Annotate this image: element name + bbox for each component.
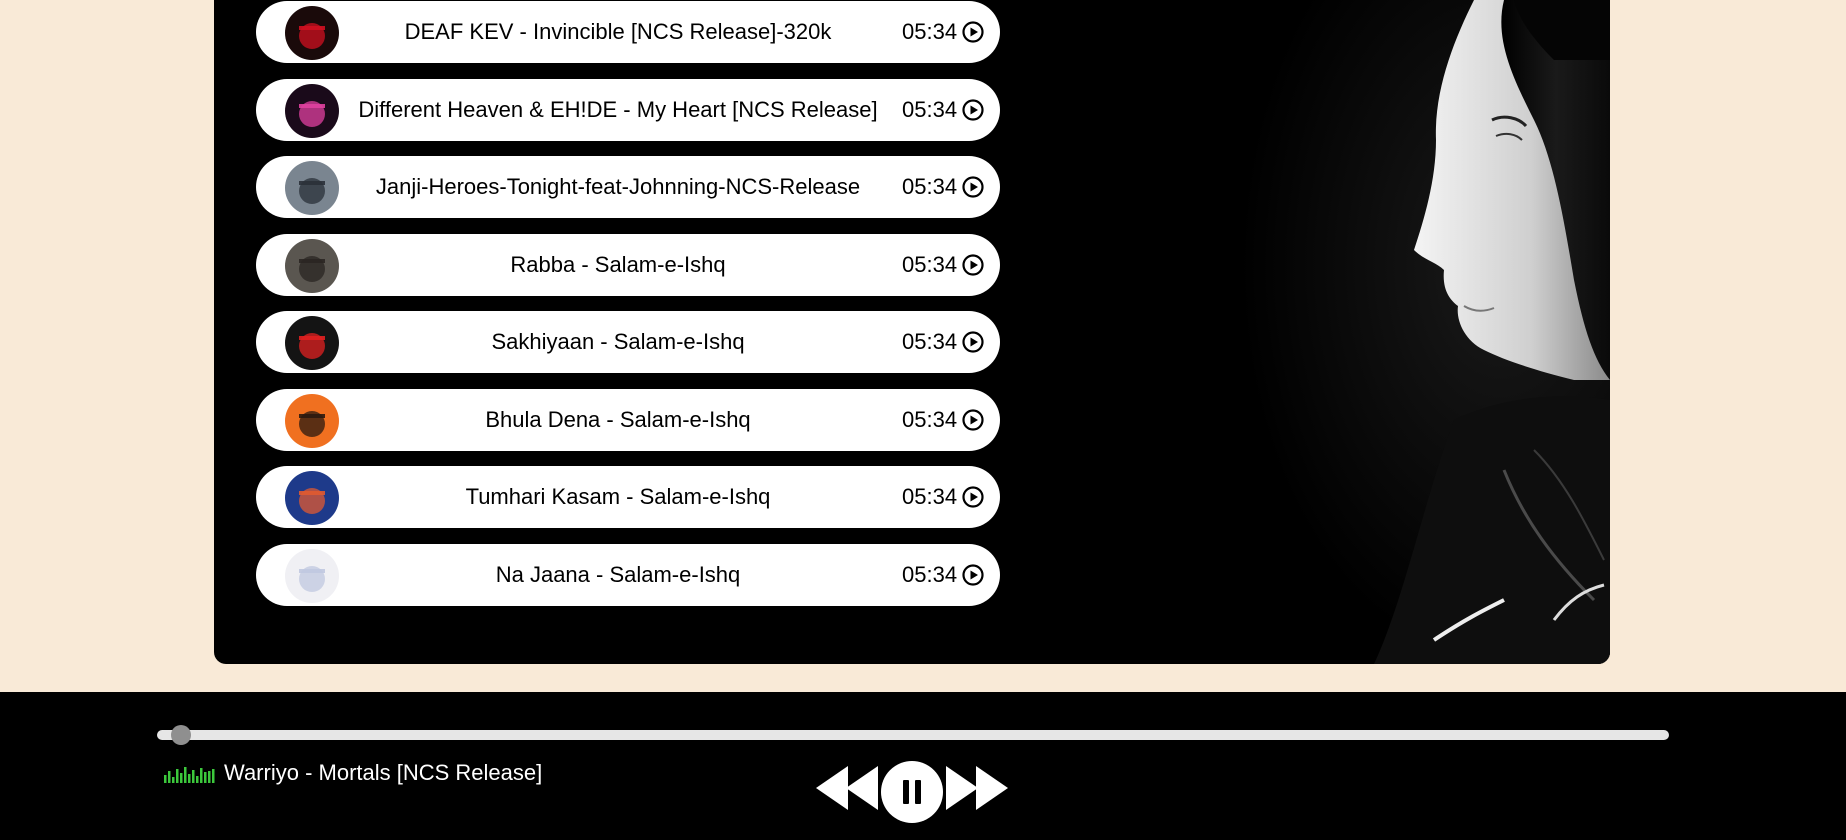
song-title: Different Heaven & EH!DE - My Heart [NCS… [358, 97, 878, 122]
song-play-button[interactable] [962, 21, 984, 43]
song-cover [285, 549, 339, 603]
play-icon [962, 176, 984, 198]
song-duration: 05:34 [902, 97, 958, 122]
song-item[interactable]: Sakhiyaan - Salam-e-Ishq 05:34 [256, 311, 1000, 373]
album-cover-true-love [285, 549, 339, 603]
pause-button[interactable] [880, 760, 944, 824]
song-duration: 05:34 [902, 407, 958, 432]
song-item[interactable]: Rabba - Salam-e-Ishq 05:34 [256, 234, 1000, 296]
song-title: Sakhiyaan - Salam-e-Ishq [491, 329, 745, 354]
song-title: Rabba - Salam-e-Ishq [510, 252, 726, 277]
play-icon [962, 486, 984, 508]
song-play-button[interactable] [962, 254, 984, 276]
song-cover [285, 394, 339, 448]
album-cover-they-mad [285, 6, 339, 60]
forward-icon [946, 766, 1008, 810]
banner-image [1174, 0, 1610, 664]
song-play-button[interactable] [962, 409, 984, 431]
now-playing: Warriyo - Mortals [NCS Release] [164, 760, 542, 786]
song-cover [285, 161, 339, 215]
backward-icon [816, 766, 878, 810]
song-item[interactable]: Tumhari Kasam - Salam-e-Ishq 05:34 [256, 466, 1000, 528]
song-play-button[interactable] [962, 564, 984, 586]
song-duration: 05:34 [902, 329, 958, 354]
song-cover [285, 316, 339, 370]
song-title: Janji-Heroes-Tonight-feat-Johnning-NCS-R… [375, 174, 861, 199]
album-cover-pink-astronaut [285, 84, 339, 138]
song-title: DEAF KEV - Invincible [NCS Release]-320k [404, 19, 832, 44]
song-duration: 05:34 [902, 252, 958, 277]
progress-bar[interactable] [157, 725, 1669, 745]
play-icon [962, 331, 984, 353]
song-title: Bhula Dena - Salam-e-Ishq [485, 407, 751, 432]
play-icon [962, 564, 984, 586]
song-cover [285, 239, 339, 293]
song-item[interactable]: Janji-Heroes-Tonight-feat-Johnning-NCS-R… [256, 156, 1000, 218]
play-icon [962, 99, 984, 121]
song-duration: 05:34 [902, 19, 958, 44]
song-duration: 05:34 [902, 562, 958, 587]
play-icon [962, 409, 984, 431]
album-cover-back-it-up [285, 316, 339, 370]
song-cover [285, 84, 339, 138]
play-icon [962, 21, 984, 43]
song-item[interactable]: Different Heaven & EH!DE - My Heart [NCS… [256, 79, 1000, 141]
song-list-panel: DEAF KEV - Invincible [NCS Release]-320k… [214, 0, 1610, 664]
song-duration: 05:34 [902, 484, 958, 509]
album-cover-orange [285, 394, 339, 448]
album-cover-safety-dance [285, 239, 339, 293]
pause-icon [881, 761, 943, 823]
player-bar: Warriyo - Mortals [NCS Release] [0, 692, 1846, 840]
song-play-button[interactable] [962, 176, 984, 198]
album-cover-grey-figure [285, 161, 339, 215]
song-title: Na Jaana - Salam-e-Ishq [495, 562, 741, 587]
next-button[interactable] [946, 764, 1010, 812]
song-play-button[interactable] [962, 331, 984, 353]
play-icon [962, 254, 984, 276]
song-cover [285, 471, 339, 525]
song-duration: 05:34 [902, 174, 958, 199]
song-item[interactable]: DEAF KEV - Invincible [NCS Release]-320k… [256, 1, 1000, 63]
song-play-button[interactable] [962, 486, 984, 508]
progress-thumb[interactable] [171, 725, 192, 745]
equalizer-icon [164, 767, 215, 783]
album-cover-portrait [285, 471, 339, 525]
song-item[interactable]: Bhula Dena - Salam-e-Ishq 05:34 [256, 389, 1000, 451]
song-cover [285, 6, 339, 60]
now-playing-title: Warriyo - Mortals [NCS Release] [224, 760, 543, 785]
song-item[interactable]: Na Jaana - Salam-e-Ishq 05:34 [256, 544, 1000, 606]
previous-button[interactable] [814, 764, 878, 812]
playback-controls [814, 760, 1010, 824]
song-title: Tumhari Kasam - Salam-e-Ishq [465, 484, 771, 509]
song-play-button[interactable] [962, 99, 984, 121]
